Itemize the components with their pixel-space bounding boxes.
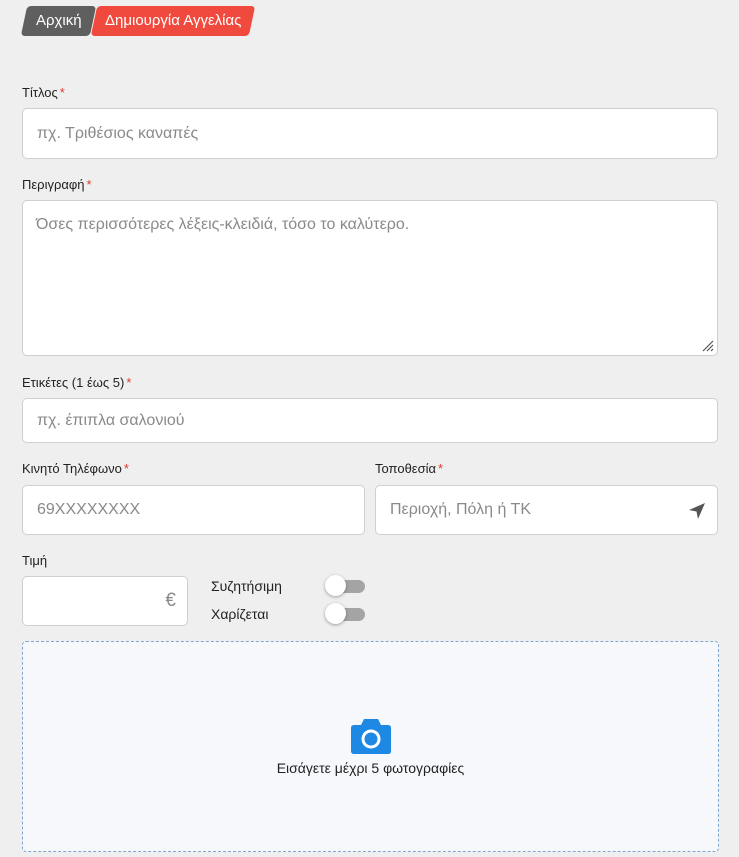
free-toggle[interactable] [325,603,365,625]
negotiable-label: Συζητήσιμη [211,578,282,594]
tags-label-text: Ετικέτες (1 έως 5) [22,375,125,390]
required-marker: * [438,461,444,476]
tags-input[interactable] [22,398,718,443]
euro-icon: € [165,590,176,611]
phone-label: Κινητό Τηλέφωνο * [22,461,129,476]
toggle-knob [325,575,346,596]
tags-label: Ετικέτες (1 έως 5) * [22,375,131,390]
location-label: Τοποθεσία * [375,461,443,476]
description-textarea[interactable] [22,200,718,356]
breadcrumb-home-label: Αρχική [36,12,82,29]
description-wrapper [22,200,718,356]
free-label: Χαρίζεται [211,606,269,622]
negotiable-toggle[interactable] [325,575,365,597]
toggle-knob [325,603,346,624]
title-input[interactable] [22,108,718,159]
location-input[interactable] [375,485,718,535]
required-marker: * [126,375,132,390]
title-label-text: Τίτλος [22,85,58,100]
description-label: Περιγραφή * [22,177,92,192]
price-label-text: Τιμή [22,553,48,568]
dropzone-text: Εισάγετε μέχρι 5 φωτογραφίες [276,760,465,776]
required-marker: * [59,85,65,100]
price-label: Τιμή [22,553,47,568]
breadcrumb-current-page[interactable]: Δημιουργία Αγγελίας [90,6,256,36]
location-arrow-icon[interactable] [688,502,706,520]
required-marker: * [123,461,129,476]
breadcrumb-home-link[interactable]: Αρχική [20,6,96,36]
breadcrumb-current-label: Δημιουργία Αγγελίας [104,12,242,29]
camera-icon[interactable] [350,717,392,755]
phone-input[interactable] [22,485,365,535]
description-label-text: Περιγραφή [22,177,85,192]
photo-dropzone[interactable]: Εισάγετε μέχρι 5 φωτογραφίες [22,641,719,852]
required-marker: * [86,177,92,192]
breadcrumb: Αρχική Δημιουργία Αγγελίας [20,6,256,36]
resize-grip-icon[interactable] [700,338,714,352]
price-wrapper: € [22,576,188,626]
location-label-text: Τοποθεσία [375,461,437,476]
phone-label-text: Κινητό Τηλέφωνο [22,461,122,476]
location-wrapper [375,485,718,535]
title-label: Τίτλος * [22,85,65,100]
price-input[interactable] [22,576,188,626]
